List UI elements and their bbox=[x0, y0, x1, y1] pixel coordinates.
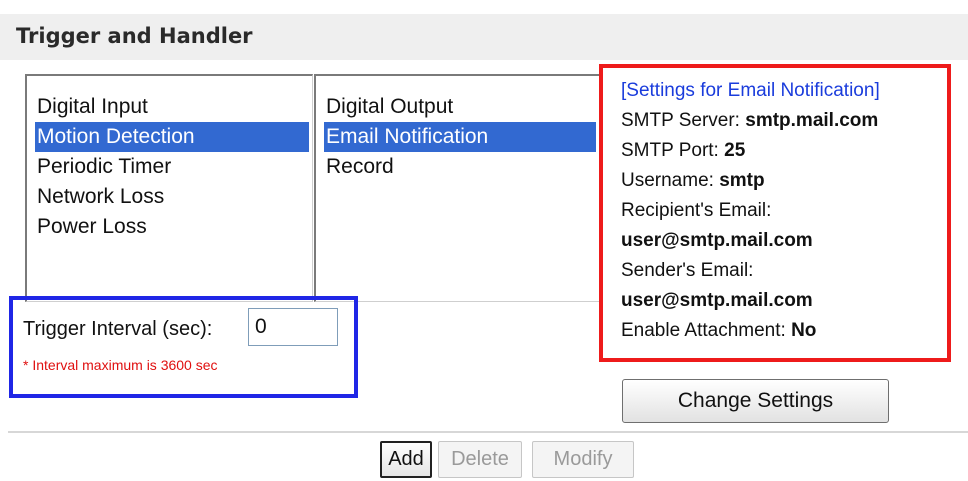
delete-button[interactable]: Delete bbox=[438, 441, 522, 478]
smtp-server-label: SMTP Server: bbox=[621, 110, 740, 131]
recipient-value: user@smtp.mail.com bbox=[621, 226, 951, 256]
interval-input[interactable] bbox=[248, 308, 338, 346]
smtp-port-row: SMTP Port: 25 bbox=[621, 136, 951, 166]
smtp-port-label: SMTP Port: bbox=[621, 140, 719, 161]
trigger-option-digital-input[interactable]: Digital Input bbox=[35, 92, 309, 122]
attachment-label: Enable Attachment: bbox=[621, 320, 786, 341]
attachment-value: No bbox=[791, 320, 817, 341]
handler-option-digital-output[interactable]: Digital Output bbox=[324, 92, 596, 122]
trigger-option-power-loss[interactable]: Power Loss bbox=[35, 212, 309, 242]
attachment-row: Enable Attachment: No bbox=[621, 316, 951, 346]
divider bbox=[8, 431, 968, 433]
sender-label: Sender's Email: bbox=[621, 260, 754, 281]
sender-value: user@smtp.mail.com bbox=[621, 286, 951, 316]
recipient-label: Recipient's Email: bbox=[621, 200, 772, 221]
trigger-listbox[interactable]: Digital Input Motion Detection Periodic … bbox=[25, 74, 313, 302]
username-value: smtp bbox=[719, 170, 765, 191]
settings-title: [Settings for Email Notification] bbox=[621, 80, 880, 101]
sender-value-text: user@smtp.mail.com bbox=[621, 290, 813, 311]
username-row: Username: smtp bbox=[621, 166, 951, 196]
section-title: Trigger and Handler bbox=[16, 24, 253, 48]
trigger-option-network-loss[interactable]: Network Loss bbox=[35, 182, 309, 212]
add-button[interactable]: Add bbox=[380, 441, 432, 478]
trigger-option-motion-detection[interactable]: Motion Detection bbox=[35, 122, 309, 152]
trigger-option-periodic-timer[interactable]: Periodic Timer bbox=[35, 152, 309, 182]
handler-option-record[interactable]: Record bbox=[324, 152, 596, 182]
recipient-value-text: user@smtp.mail.com bbox=[621, 230, 813, 251]
smtp-server-value: smtp.mail.com bbox=[745, 110, 879, 131]
interval-label: Trigger Interval (sec): bbox=[23, 318, 213, 340]
smtp-port-value: 25 bbox=[724, 140, 746, 161]
smtp-server-row: SMTP Server: smtp.mail.com bbox=[621, 106, 951, 136]
interval-note: * Interval maximum is 3600 sec bbox=[23, 357, 218, 373]
handler-option-email-notification[interactable]: Email Notification bbox=[324, 122, 596, 152]
section-header: Trigger and Handler bbox=[0, 14, 968, 60]
email-settings-panel: [Settings for Email Notification] SMTP S… bbox=[621, 76, 951, 346]
handler-listbox[interactable]: Digital Output Email Notification Record bbox=[314, 74, 600, 302]
modify-button[interactable]: Modify bbox=[532, 441, 634, 478]
change-settings-button[interactable]: Change Settings bbox=[622, 379, 889, 423]
username-label: Username: bbox=[621, 170, 714, 191]
